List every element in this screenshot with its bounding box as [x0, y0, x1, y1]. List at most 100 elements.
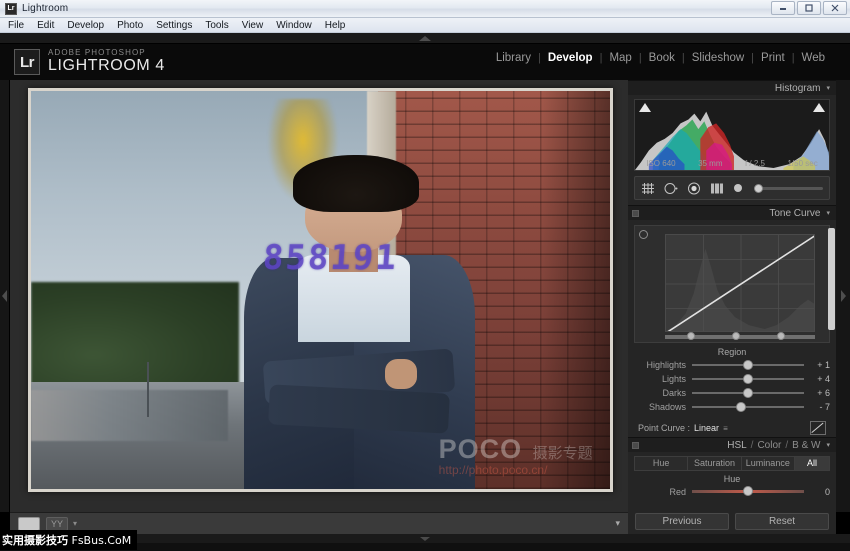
histogram-graph[interactable]: ISO 640 35 mm f / 2.5 1/50 sec: [634, 99, 830, 171]
shadow-split-handle[interactable]: [687, 332, 695, 340]
chevron-down-icon[interactable]: ▾: [826, 84, 830, 92]
menu-item-settings[interactable]: Settings: [156, 20, 192, 31]
point-curve-dropdown-icon[interactable]: ≡: [723, 424, 728, 433]
image-viewport[interactable]: 858191 POCO 摄影专题 http://photo.poco.cn/: [10, 80, 628, 512]
red-eye-correction-icon[interactable]: [687, 182, 701, 195]
slider-row-red[interactable]: Red 0: [634, 485, 830, 498]
module-map[interactable]: Map: [602, 52, 638, 64]
photo-frame: 858191 POCO 摄影专题 http://photo.poco.cn/: [28, 88, 613, 492]
graduated-filter-icon[interactable]: [710, 182, 724, 195]
top-panel-collapse[interactable]: [0, 33, 850, 44]
slider-label-darks: Darks: [634, 388, 692, 398]
menu-item-develop[interactable]: Develop: [67, 20, 104, 31]
toolbar-overflow-caret[interactable]: ▾: [615, 518, 620, 529]
menu-item-help[interactable]: Help: [325, 20, 346, 31]
tone-curve-graph[interactable]: [665, 234, 815, 332]
tab-luminance[interactable]: Luminance: [742, 457, 795, 470]
bw-title[interactable]: B & W: [792, 440, 820, 451]
module-picker: Library | Develop | Map | Book | Slidesh…: [489, 52, 832, 64]
menu-item-photo[interactable]: Photo: [117, 20, 143, 31]
hue-section-label: Hue: [628, 474, 836, 484]
chevron-down-icon[interactable]: ▾: [826, 441, 830, 449]
slider-row-highlights[interactable]: Highlights + 1: [634, 358, 830, 371]
chevron-down-icon[interactable]: ▾: [826, 209, 830, 217]
photo-hand: [385, 359, 417, 389]
status-watermark: 实用摄影技巧 FsBus.CoM: [0, 530, 137, 550]
slider-label-red: Red: [634, 487, 692, 497]
midtone-split-handle[interactable]: [732, 332, 740, 340]
slider-track-lights[interactable]: [692, 378, 804, 380]
spot-removal-icon[interactable]: [664, 182, 678, 195]
previous-button[interactable]: Previous: [635, 513, 729, 530]
tab-saturation[interactable]: Saturation: [688, 457, 741, 470]
left-panel-collapse[interactable]: [0, 80, 10, 512]
tone-curve-editor[interactable]: [634, 225, 830, 343]
slider-row-lights[interactable]: Lights + 4: [634, 372, 830, 385]
reset-button[interactable]: Reset: [735, 513, 829, 530]
loupe-view-icon[interactable]: [18, 517, 40, 531]
slider-knob-highlights[interactable]: [743, 360, 753, 370]
targeted-adjustment-icon[interactable]: [639, 230, 648, 239]
chevron-up-icon: [419, 36, 431, 41]
crop-overlay-icon[interactable]: [641, 182, 655, 195]
brush-size-knob[interactable]: [754, 184, 763, 193]
highlight-split-handle[interactable]: [777, 332, 785, 340]
panel-enable-switch[interactable]: [632, 210, 639, 217]
metadata-aperture: f / 2.5: [745, 159, 765, 168]
slider-track-highlights[interactable]: [692, 364, 804, 366]
slider-knob-lights[interactable]: [743, 374, 753, 384]
module-web[interactable]: Web: [795, 52, 832, 64]
slider-label-lights: Lights: [634, 374, 692, 384]
menu-item-view[interactable]: View: [242, 20, 264, 31]
metadata-focal-length: 35 mm: [698, 159, 722, 168]
highlight-clipping-icon[interactable]: [813, 103, 825, 112]
histogram-panel-header[interactable]: Histogram ▾: [628, 80, 836, 95]
minimize-button[interactable]: [771, 1, 795, 15]
module-book[interactable]: Book: [642, 52, 682, 64]
point-curve-value[interactable]: Linear: [694, 423, 719, 433]
hsl-panel-header[interactable]: HSL / Color / B & W ▾: [628, 437, 836, 452]
slider-knob-darks[interactable]: [743, 388, 753, 398]
lightroom-window: Lr Lightroom File Edit Develop Photo Set…: [0, 0, 850, 551]
maximize-button[interactable]: [797, 1, 821, 15]
module-print[interactable]: Print: [754, 52, 792, 64]
slider-knob-shadows[interactable]: [736, 402, 746, 412]
tone-curve-range-bar[interactable]: [665, 335, 815, 339]
brush-size-slider[interactable]: [754, 187, 823, 190]
menu-item-edit[interactable]: Edit: [37, 20, 54, 31]
slider-value-red: 0: [804, 487, 830, 497]
photo-image[interactable]: 858191 POCO 摄影专题 http://photo.poco.cn/: [31, 91, 610, 489]
develop-tool-strip: [634, 176, 830, 200]
shadow-clipping-icon[interactable]: [639, 103, 651, 112]
edit-point-curve-icon[interactable]: [810, 421, 826, 435]
slider-track-red[interactable]: [692, 490, 804, 493]
module-library[interactable]: Library: [489, 52, 538, 64]
tone-curve-panel-header[interactable]: Tone Curve ▾: [628, 205, 836, 220]
menu-item-window[interactable]: Window: [276, 20, 312, 31]
color-title[interactable]: Color: [757, 440, 781, 451]
right-panel-scrollbar[interactable]: [828, 228, 835, 330]
module-slideshow[interactable]: Slideshow: [685, 52, 751, 64]
slider-row-shadows[interactable]: Shadows - 7: [634, 400, 830, 413]
compare-view-toggle[interactable]: YY: [46, 517, 68, 531]
chevron-down-icon[interactable]: ▾: [73, 519, 77, 528]
tone-curve-title: Tone Curve: [769, 208, 820, 219]
hsl-title[interactable]: HSL: [727, 440, 746, 451]
menu-item-file[interactable]: File: [8, 20, 24, 31]
adjustment-brush-icon[interactable]: [733, 183, 743, 193]
menubar: File Edit Develop Photo Settings Tools V…: [0, 18, 850, 33]
menu-item-tools[interactable]: Tools: [205, 20, 228, 31]
slider-value-darks: + 6: [804, 388, 830, 398]
module-develop[interactable]: Develop: [541, 52, 600, 64]
slider-track-shadows[interactable]: [692, 406, 804, 408]
tab-hue[interactable]: Hue: [635, 457, 688, 470]
tab-all[interactable]: All: [795, 457, 829, 470]
slider-knob-red[interactable]: [743, 486, 753, 496]
metadata-iso: ISO 640: [646, 159, 675, 168]
point-curve-row[interactable]: Point Curve : Linear ≡: [634, 419, 830, 437]
right-panel-collapse[interactable]: [836, 80, 850, 512]
panel-enable-switch[interactable]: [632, 442, 639, 449]
slider-track-darks[interactable]: [692, 392, 804, 394]
slider-row-darks[interactable]: Darks + 6: [634, 386, 830, 399]
close-button[interactable]: [823, 1, 847, 15]
